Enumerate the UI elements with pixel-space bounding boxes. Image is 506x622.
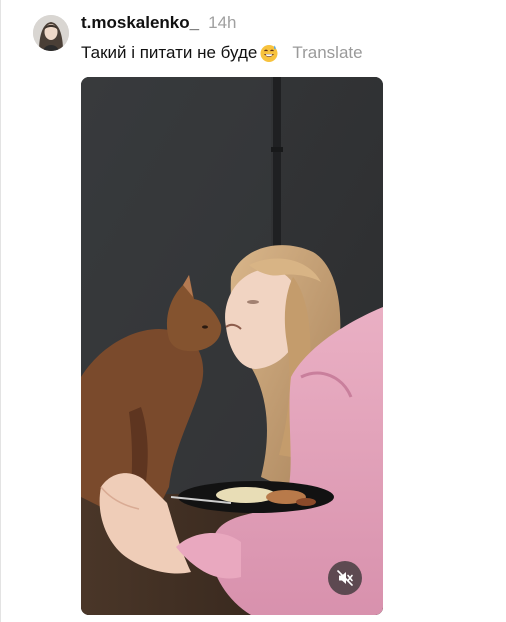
smiling-face-with-sweat-emoji-icon [259,43,279,63]
post-timestamp[interactable]: 14h [208,13,236,33]
caption: Такий і питати не буде Translate [81,43,363,63]
username-link[interactable]: t.moskalenko_ [81,13,199,33]
post-video[interactable] [81,77,383,615]
caption-text: Такий і питати не буде [81,43,258,62]
mute-toggle-button[interactable] [328,561,362,595]
avatar[interactable] [33,15,69,51]
translate-link[interactable]: Translate [292,43,362,63]
speaker-muted-icon [337,570,353,586]
video-frame [81,77,383,615]
avatar-image [33,15,69,51]
post: t.moskalenko_ 14h Такий і питати не буде… [0,0,506,622]
post-header: t.moskalenko_ 14h [81,13,236,35]
